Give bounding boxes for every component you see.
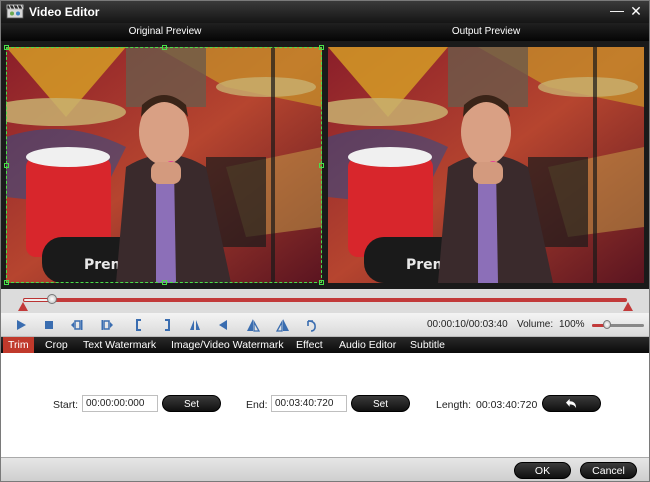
set-end-bracket-icon[interactable] xyxy=(157,317,177,333)
next-frame-icon[interactable] xyxy=(97,317,117,333)
ok-button[interactable]: OK xyxy=(514,462,571,479)
tab-text-watermark[interactable]: Text Watermark xyxy=(78,337,161,353)
reset-trim-button[interactable] xyxy=(542,395,601,412)
playback-controls: 00:00:10/00:03:40 Volume: 100% xyxy=(1,313,649,337)
undo-arrow-icon xyxy=(566,398,577,409)
length-value: 00:03:40:720 xyxy=(476,399,538,411)
rotate-left-icon[interactable] xyxy=(243,317,263,333)
flip-horizontal-icon[interactable] xyxy=(185,317,205,333)
rotate-right-icon[interactable] xyxy=(273,317,293,333)
undo-rotate-icon[interactable] xyxy=(301,317,321,333)
tab-audio-editor[interactable]: Audio Editor xyxy=(334,337,401,353)
video-frame-original: Premie xyxy=(6,47,322,283)
trim-end-marker-icon[interactable] xyxy=(623,302,633,311)
output-preview-label: Output Preview xyxy=(451,26,521,37)
set-start-bracket-icon[interactable] xyxy=(129,317,149,333)
original-preview-video: Premie xyxy=(6,47,322,283)
trim-panel: Start: Set End: Set Length: 00:03:40:720 xyxy=(1,353,649,457)
tab-crop[interactable]: Crop xyxy=(40,337,73,353)
original-preview-label: Original Preview xyxy=(128,26,202,37)
trim-start-marker-icon[interactable] xyxy=(18,302,28,311)
stop-icon[interactable] xyxy=(39,317,59,333)
minimize-button[interactable]: — xyxy=(609,3,625,19)
preview-area: Premie Premie xyxy=(1,41,649,289)
timeline-bar xyxy=(1,289,649,313)
previous-frame-icon[interactable] xyxy=(67,317,87,333)
output-preview-video: Premie xyxy=(328,47,644,283)
end-time-input[interactable] xyxy=(271,395,347,412)
flip-vertical-icon[interactable] xyxy=(213,317,233,333)
volume-value: 100% xyxy=(559,319,585,330)
timeline-thumb[interactable] xyxy=(46,294,57,304)
start-time-input[interactable] xyxy=(82,395,158,412)
end-label: End: xyxy=(246,399,268,411)
volume-label: Volume: xyxy=(517,319,554,330)
length-label: Length: xyxy=(436,399,472,411)
video-frame-output: Premie xyxy=(328,47,644,283)
window-title: Video Editor xyxy=(29,5,100,19)
video-editor-window: Video Editor — ✕ Original Preview Output… xyxy=(0,0,650,482)
editor-tabs: Trim Crop Text Watermark Image/Video Wat… xyxy=(1,337,649,353)
volume-slider-thumb[interactable] xyxy=(602,320,611,329)
title-bar: Video Editor — ✕ xyxy=(1,1,649,23)
cancel-button[interactable]: Cancel xyxy=(580,462,637,479)
start-label: Start: xyxy=(53,399,79,411)
play-icon[interactable] xyxy=(11,317,31,333)
timeline-track[interactable] xyxy=(23,298,627,302)
preview-header: Original Preview Output Preview xyxy=(1,23,649,41)
tab-image-video-watermark[interactable]: Image/Video Watermark xyxy=(166,337,289,353)
set-start-button[interactable]: Set xyxy=(162,395,221,412)
close-button[interactable]: ✕ xyxy=(628,3,644,19)
tab-subtitle[interactable]: Subtitle xyxy=(405,337,450,353)
film-clapper-icon xyxy=(6,4,24,19)
tab-effect[interactable]: Effect xyxy=(291,337,328,353)
set-end-button[interactable]: Set xyxy=(351,395,410,412)
dialog-footer: OK Cancel xyxy=(1,457,649,481)
playback-time: 00:00:10/00:03:40 xyxy=(427,319,508,330)
tab-trim[interactable]: Trim xyxy=(3,337,34,353)
